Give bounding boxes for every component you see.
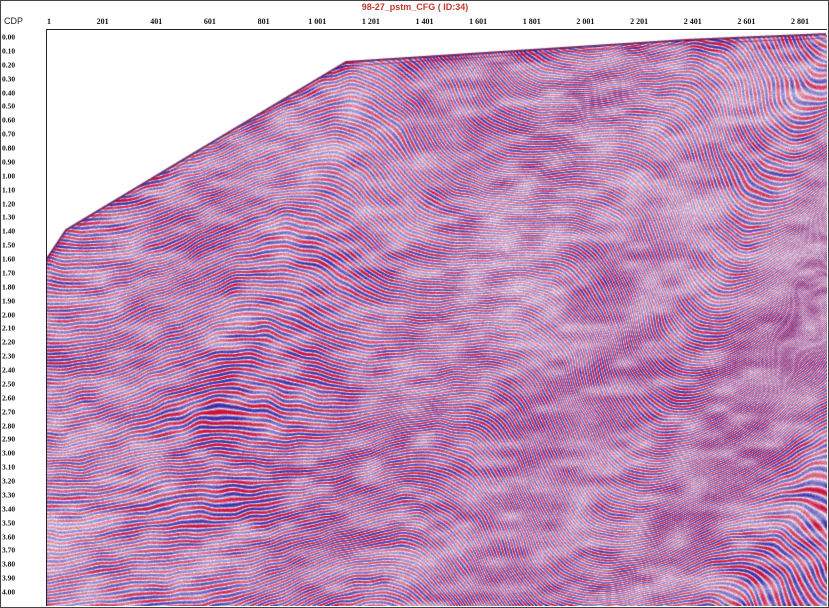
y-tick-label: 2.00 [2, 310, 16, 319]
x-tick-label: 1 201 [361, 17, 380, 26]
y-tick-label: 3.30 [2, 490, 16, 500]
y-tick-label: 1.10 [2, 185, 16, 195]
x-tick-label: 1 801 [522, 17, 541, 26]
seismic-section [46, 30, 827, 606]
y-tick-label: 3.00 [2, 448, 16, 458]
y-tick-label: 3.70 [2, 545, 16, 555]
y-tick-label: 1.00 [2, 171, 16, 181]
y-tick-label: 1.20 [2, 199, 16, 208]
y-tick-label: 0.00 [2, 32, 16, 42]
y-tick-label: 4.00 [2, 587, 16, 597]
y-tick-label: 3.90 [2, 573, 16, 583]
y-tick-label: 0.20 [2, 60, 16, 70]
y-tick-label: 0.40 [2, 88, 16, 97]
y-tick-label: 1.70 [2, 268, 16, 278]
x-tick-label: 201 [96, 17, 109, 26]
x-tick-label: 1 401 [415, 17, 434, 26]
y-axis-line [46, 29, 47, 606]
y-tick-label: 3.20 [2, 476, 16, 486]
x-tick-label: 2 801 [791, 17, 809, 26]
y-tick-label: 2.30 [2, 351, 16, 361]
x-tick-label: 401 [150, 17, 163, 26]
y-tick-label: 1.90 [2, 296, 16, 306]
y-tick-label: 0.50 [2, 101, 16, 111]
y-tick-label: 0.10 [2, 46, 16, 56]
y-tick-label: 2.50 [2, 379, 16, 389]
y-tick-label: 2.40 [2, 365, 16, 375]
x-tick-label: 2 001 [576, 17, 595, 26]
y-tick-label: 3.80 [2, 559, 16, 569]
y-tick-label: 0.80 [2, 143, 16, 153]
x-tick-label: 2 201 [630, 17, 649, 26]
x-tick-label: 2 601 [737, 17, 756, 26]
y-tick-label: 0.30 [2, 74, 16, 84]
y-tick-label: 2.60 [2, 393, 16, 403]
x-tick-label: 801 [257, 17, 270, 26]
seismic-image [46, 30, 827, 606]
y-tick-label: 0.60 [2, 115, 16, 125]
y-tick-label: 0.90 [2, 157, 16, 167]
y-tick-label: 1.50 [2, 240, 16, 250]
y-tick-label: 3.40 [2, 504, 16, 514]
y-tick-label: 3.10 [2, 462, 16, 472]
section-title: 98-27_pstm_CFG ( ID:34) [361, 2, 469, 12]
y-tick-label: 3.60 [2, 532, 16, 541]
y-tick-label: 2.80 [2, 421, 16, 430]
cdp-axis-label: CDP [4, 16, 24, 26]
y-tick-label: 0.70 [2, 129, 16, 139]
y-tick-label: 1.60 [2, 254, 16, 264]
x-tick-label: 1 601 [469, 17, 488, 26]
y-tick-label: 2.10 [2, 323, 16, 333]
x-tick-label: 601 [203, 17, 216, 26]
y-tick-label: 2.90 [2, 434, 16, 444]
y-tick-label: 2.70 [2, 407, 16, 417]
y-tick-label: 3.50 [2, 518, 16, 528]
y-tick-label: 2.20 [2, 337, 16, 347]
x-axis-line [46, 29, 827, 30]
x-tick-label: 2 401 [683, 17, 702, 26]
y-tick-label: 1.80 [2, 282, 16, 292]
y-tick-label: 1.30 [2, 212, 16, 222]
x-tick-label: 1 001 [308, 17, 327, 26]
y-tick-label: 1.40 [2, 226, 16, 236]
x-tick-label: 1 [47, 17, 51, 26]
